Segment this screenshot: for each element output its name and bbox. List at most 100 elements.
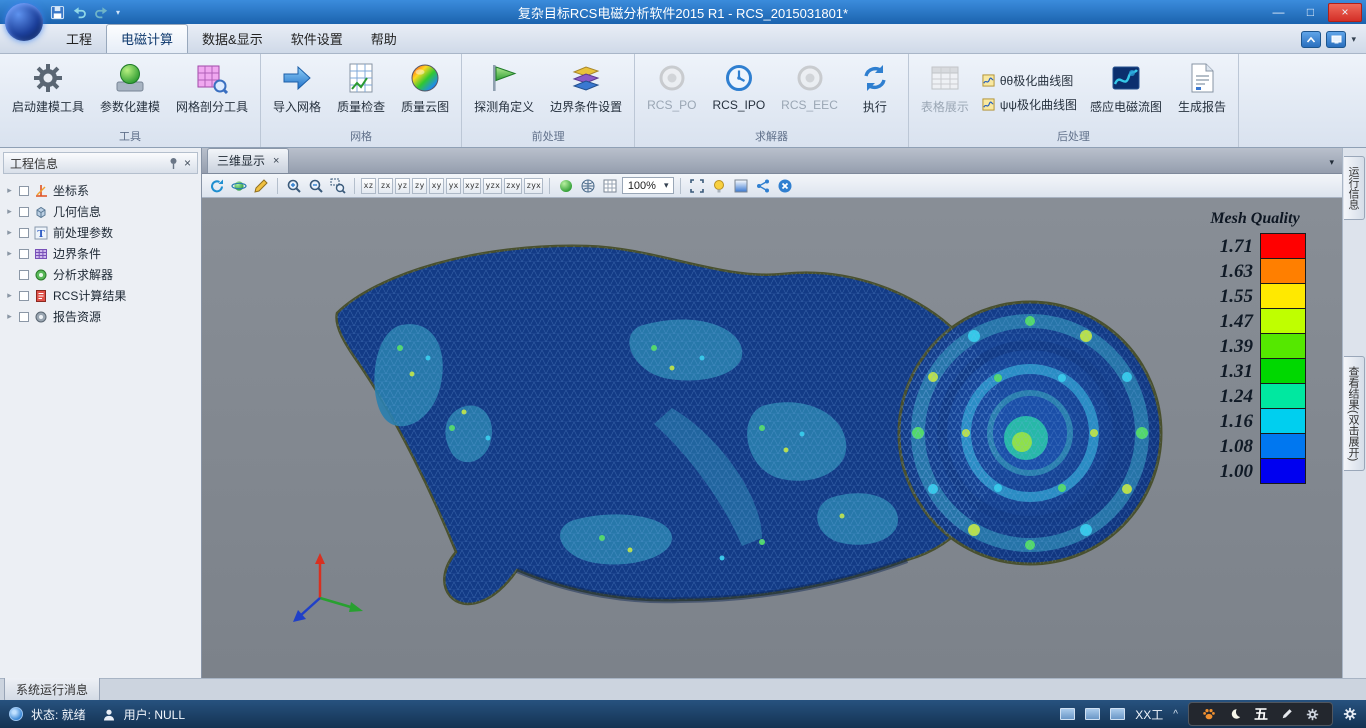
- run-info-tab[interactable]: 运行信息: [1344, 156, 1365, 220]
- view-preset-button[interactable]: xz: [361, 178, 376, 194]
- view-preset-button[interactable]: xy: [429, 178, 444, 194]
- quality-cloud-map-button[interactable]: 质量云图: [394, 57, 456, 117]
- zoom-out-icon[interactable]: [306, 176, 326, 195]
- tree-item-rcs-results[interactable]: ▸ RCS计算结果: [0, 285, 201, 306]
- item-checkbox[interactable]: [19, 270, 29, 280]
- expander-icon[interactable]: ▸: [5, 290, 14, 301]
- import-mesh-button[interactable]: 导入网格: [266, 57, 328, 117]
- maximize-button[interactable]: □: [1296, 3, 1325, 22]
- light-icon[interactable]: [709, 176, 729, 195]
- minimize-button[interactable]: —: [1264, 3, 1293, 22]
- fit-view-icon[interactable]: [687, 176, 707, 195]
- display-panel-icon[interactable]: [1326, 31, 1346, 48]
- tab-em-computation[interactable]: 电磁计算: [106, 24, 188, 53]
- tab-3d-display[interactable]: 三维显示 ×: [207, 148, 289, 173]
- view-preset-button[interactable]: yzx: [483, 178, 501, 194]
- item-checkbox[interactable]: [19, 249, 29, 259]
- rcs-ipo-button[interactable]: RCS_IPO: [705, 57, 772, 114]
- tray-label[interactable]: XX工: [1135, 706, 1163, 723]
- expander-icon[interactable]: ▸: [5, 185, 14, 196]
- tab-data-display[interactable]: 数据&显示: [188, 25, 277, 53]
- brush-icon[interactable]: [1281, 708, 1293, 720]
- probe-angle-define-button[interactable]: 探测角定义: [467, 57, 541, 117]
- mesh-partition-tool-button[interactable]: 网格剖分工具: [169, 57, 255, 117]
- view-preset-button[interactable]: zxy: [504, 178, 522, 194]
- tray-gear-icon[interactable]: [1306, 708, 1319, 721]
- undo-icon[interactable]: [72, 5, 87, 19]
- launch-modeling-tool-button[interactable]: 启动建模工具: [5, 57, 91, 117]
- item-checkbox[interactable]: [19, 312, 29, 322]
- tab-help[interactable]: 帮助: [357, 25, 411, 53]
- moon-icon[interactable]: [1229, 708, 1241, 720]
- view-preset-button[interactable]: yx: [446, 178, 461, 194]
- rcs-po-button[interactable]: RCS_PO: [640, 57, 703, 114]
- tab-software-settings[interactable]: 软件设置: [277, 25, 357, 53]
- save-icon[interactable]: [50, 5, 65, 20]
- rcs-eec-button[interactable]: RCS_EEC: [774, 57, 845, 114]
- item-checkbox[interactable]: [19, 291, 29, 301]
- psi-polarization-curve-button[interactable]: ψψ极化曲线图: [978, 95, 1081, 114]
- panel-close-icon[interactable]: ×: [184, 156, 191, 170]
- app-logo[interactable]: [5, 3, 43, 41]
- item-checkbox[interactable]: [19, 228, 29, 238]
- shaded-view-icon[interactable]: [556, 176, 576, 195]
- zoom-window-icon[interactable]: [328, 176, 348, 195]
- orientation-triad: [293, 553, 363, 622]
- window-icon[interactable]: [1085, 708, 1100, 720]
- generate-report-button[interactable]: 生成报告: [1171, 57, 1233, 117]
- zoom-in-icon[interactable]: [284, 176, 304, 195]
- close-button[interactable]: ×: [1328, 3, 1362, 22]
- window-icon[interactable]: [1060, 708, 1075, 720]
- view-preset-button[interactable]: yz: [395, 178, 410, 194]
- 3d-viewport[interactable]: Mesh Quality 1.71 1.63 1.55 1.47 1.39 1.…: [202, 198, 1342, 678]
- expander-icon[interactable]: ▸: [5, 206, 14, 217]
- induction-current-map-button[interactable]: 感应电磁流图: [1083, 57, 1169, 117]
- orbit-icon[interactable]: [229, 176, 249, 195]
- tree-item-preprocess-params[interactable]: ▸ T 前处理参数: [0, 222, 201, 243]
- tree-item-boundary-conditions[interactable]: ▸ 边界条件: [0, 243, 201, 264]
- tray-expand-icon[interactable]: ^: [1173, 709, 1178, 720]
- item-checkbox[interactable]: [19, 207, 29, 217]
- panel-dropdown-icon[interactable]: ▾: [1351, 34, 1356, 45]
- tree-item-geometry-info[interactable]: ▸ 几何信息: [0, 201, 201, 222]
- table-display-button[interactable]: 表格展示: [914, 57, 976, 117]
- execute-button[interactable]: 执行: [847, 57, 903, 117]
- qat-dropdown-icon[interactable]: ▾: [116, 8, 120, 17]
- pin-icon[interactable]: [168, 157, 179, 170]
- redo-icon[interactable]: [94, 5, 109, 19]
- boundary-condition-settings-button[interactable]: 边界条件设置: [543, 57, 629, 117]
- parametric-modeling-button[interactable]: 参数化建模: [93, 57, 167, 117]
- settings-gear-icon[interactable]: [1343, 707, 1357, 721]
- tab-project[interactable]: 工程: [52, 25, 106, 53]
- view-preset-button[interactable]: zx: [378, 178, 393, 194]
- tree-item-coordinate-system[interactable]: ▸ 坐标系: [0, 180, 201, 201]
- item-checkbox[interactable]: [19, 186, 29, 196]
- tree-item-analysis-solver[interactable]: ▸ 分析求解器: [0, 264, 201, 285]
- system-messages-tab[interactable]: 系统运行消息: [4, 678, 100, 702]
- view-results-tab[interactable]: 查看结果(双击展开): [1344, 356, 1365, 471]
- tab-close-icon[interactable]: ×: [273, 155, 279, 167]
- grid-view-icon[interactable]: [600, 176, 620, 195]
- share-export-icon[interactable]: [753, 176, 773, 195]
- zoom-level-select[interactable]: 100% ▾: [622, 177, 675, 194]
- wireframe-view-icon[interactable]: [578, 176, 598, 195]
- collapse-ribbon-icon[interactable]: [1301, 31, 1321, 48]
- window-icon[interactable]: [1110, 708, 1125, 720]
- stop-close-icon[interactable]: [775, 176, 795, 195]
- legend-value: 1.63: [1204, 261, 1260, 283]
- expander-icon[interactable]: ▸: [5, 248, 14, 259]
- quality-check-button[interactable]: 质量检查: [330, 57, 392, 117]
- view-preset-button[interactable]: zyx: [524, 178, 542, 194]
- view-preset-button[interactable]: xyz: [463, 178, 481, 194]
- rotate-view-icon[interactable]: [207, 176, 227, 195]
- expander-icon[interactable]: ▸: [5, 311, 14, 322]
- theta-polarization-curve-button[interactable]: θθ极化曲线图: [978, 71, 1081, 90]
- pencil-icon[interactable]: [251, 176, 271, 195]
- ime-badge[interactable]: 五: [1254, 704, 1268, 724]
- expander-icon[interactable]: ▸: [5, 227, 14, 238]
- tree-item-report-resources[interactable]: ▸ 报告资源: [0, 306, 201, 327]
- view-preset-button[interactable]: zy: [412, 178, 427, 194]
- paw-icon[interactable]: [1202, 708, 1216, 720]
- tab-list-dropdown-icon[interactable]: ▾: [1329, 157, 1334, 168]
- background-color-icon[interactable]: [731, 176, 751, 195]
